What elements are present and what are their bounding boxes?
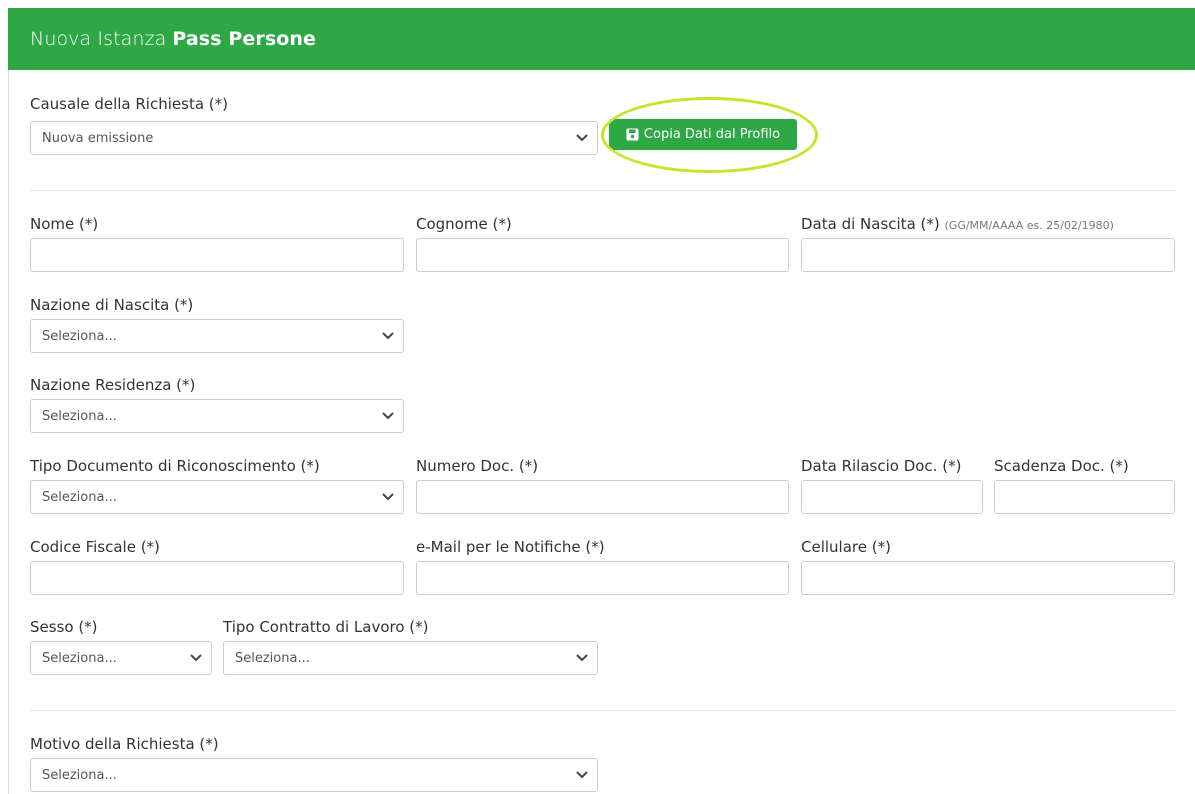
- chevron-down-icon: [576, 771, 588, 779]
- tipo-contratto-label: Tipo Contratto di Lavoro (*): [223, 618, 429, 636]
- chevron-down-icon: [576, 654, 588, 662]
- codice-fiscale-input[interactable]: [30, 561, 404, 595]
- data-nascita-label-wrap: Data di Nascita (*) (GG/MM/AAAA es. 25/0…: [801, 215, 1114, 233]
- copy-profile-data-label: Copia Dati dal Profilo: [643, 127, 781, 142]
- data-nascita-hint: (GG/MM/AAAA es. 25/02/1980): [944, 219, 1114, 232]
- chevron-down-icon: [382, 412, 394, 420]
- data-rilascio-input[interactable]: [801, 480, 983, 514]
- email-input[interactable]: [416, 561, 789, 595]
- tipo-contratto-select[interactable]: Seleziona...: [223, 641, 598, 675]
- nazione-nascita-select[interactable]: Seleziona...: [30, 319, 404, 353]
- scadenza-doc-input[interactable]: [994, 480, 1175, 514]
- numero-doc-input[interactable]: [416, 480, 789, 514]
- cognome-label: Cognome (*): [416, 215, 512, 233]
- causale-select[interactable]: Nuova emissione: [30, 121, 598, 155]
- tipo-documento-select[interactable]: Seleziona...: [30, 480, 404, 514]
- nazione-residenza-select[interactable]: Seleziona...: [30, 399, 404, 433]
- data-nascita-label: Data di Nascita (*): [801, 215, 940, 233]
- nome-input[interactable]: [30, 238, 404, 272]
- nazione-nascita-value: Seleziona...: [42, 328, 117, 344]
- cognome-input[interactable]: [416, 238, 789, 272]
- copy-profile-data-button[interactable]: Copia Dati dal Profilo: [609, 119, 797, 150]
- header-title-light: Nuova Istanza: [30, 28, 167, 50]
- causale-value: Nuova emissione: [42, 130, 154, 146]
- data-rilascio-label: Data Rilascio Doc. (*): [801, 457, 962, 475]
- scadenza-doc-label: Scadenza Doc. (*): [994, 457, 1129, 475]
- chevron-down-icon: [576, 134, 588, 142]
- cellulare-label: Cellulare (*): [801, 538, 891, 556]
- tipo-documento-value: Seleziona...: [42, 489, 117, 505]
- sesso-value: Seleziona...: [42, 650, 117, 666]
- tipo-documento-label: Tipo Documento di Riconoscimento (*): [30, 457, 320, 475]
- section-divider: [30, 710, 1175, 711]
- nazione-residenza-value: Seleziona...: [42, 408, 117, 424]
- section-divider: [30, 190, 1175, 191]
- tipo-contratto-value: Seleziona...: [235, 650, 310, 666]
- motivo-select[interactable]: Seleziona...: [30, 758, 598, 792]
- nazione-residenza-label: Nazione Residenza (*): [30, 376, 196, 394]
- motivo-label: Motivo della Richiesta (*): [30, 735, 219, 753]
- nome-label: Nome (*): [30, 215, 99, 233]
- save-icon: [626, 128, 639, 141]
- header-title-bold: Pass Persone: [172, 28, 317, 50]
- causale-label: Causale della Richiesta (*): [30, 95, 228, 113]
- chevron-down-icon: [382, 332, 394, 340]
- numero-doc-label: Numero Doc. (*): [416, 457, 539, 475]
- nazione-nascita-label: Nazione di Nascita (*): [30, 296, 194, 314]
- motivo-value: Seleziona...: [42, 767, 117, 783]
- email-label: e-Mail per le Notifiche (*): [416, 538, 605, 556]
- chevron-down-icon: [382, 493, 394, 501]
- sesso-label: Sesso (*): [30, 618, 98, 636]
- panel-header: Nuova Istanza Pass Persone: [8, 8, 1195, 70]
- data-nascita-input[interactable]: [801, 238, 1175, 272]
- chevron-down-icon: [190, 654, 202, 662]
- cellulare-input[interactable]: [801, 561, 1175, 595]
- codice-fiscale-label: Codice Fiscale (*): [30, 538, 160, 556]
- sesso-select[interactable]: Seleziona...: [30, 641, 212, 675]
